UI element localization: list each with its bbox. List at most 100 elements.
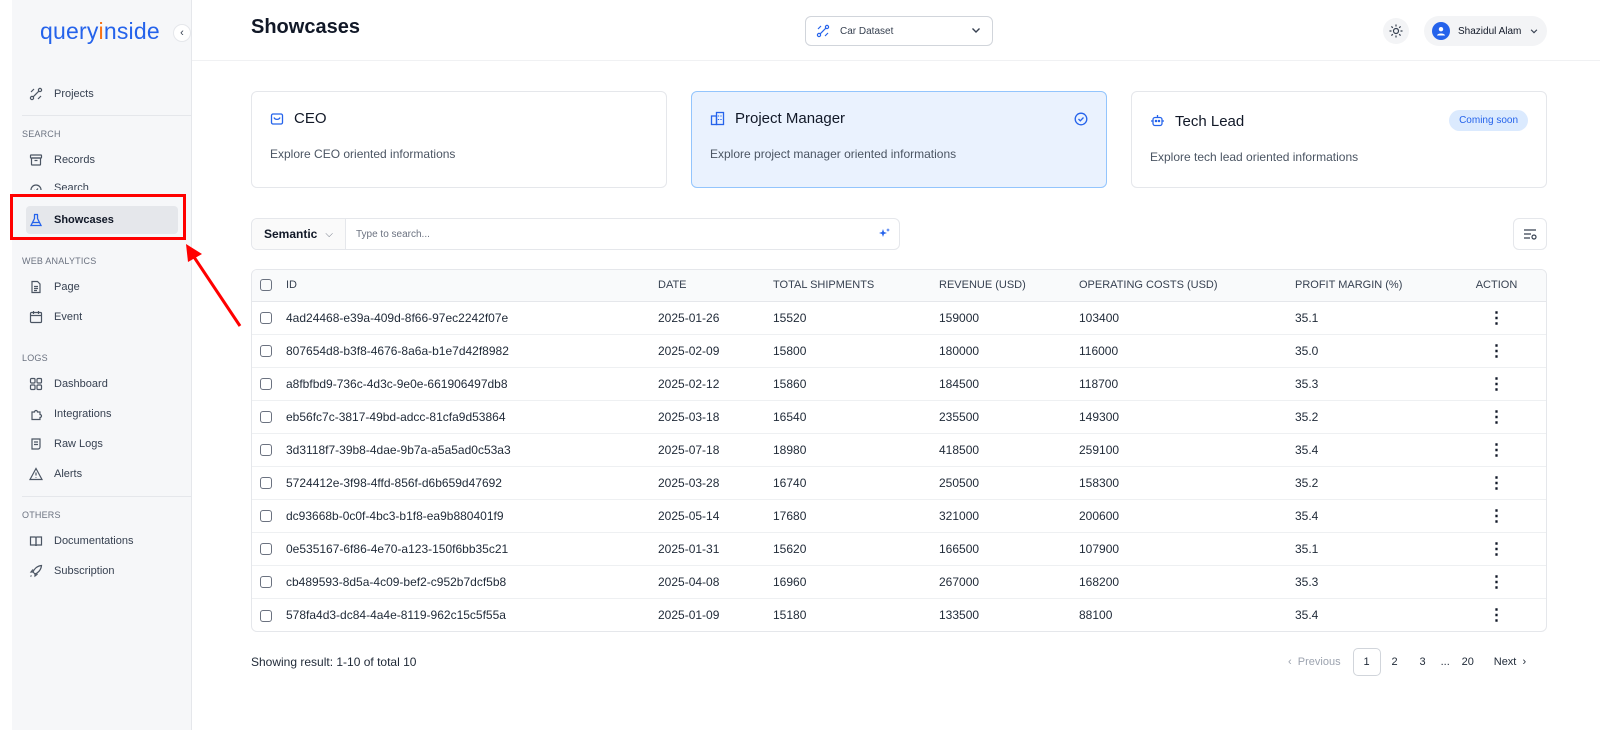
row-action-menu-icon[interactable]: ⋮ <box>1447 466 1546 500</box>
showcase-card-ceo[interactable]: CEO Explore CEO oriented informations <box>251 91 667 188</box>
sidebar-item-label: Documentations <box>54 535 134 547</box>
sidebar-item-dashboard[interactable]: Dashboard <box>26 370 178 398</box>
sidebar-item-search[interactable]: Search <box>26 176 178 190</box>
table-row[interactable]: a8fbfbd9-736c-4d3c-9e0e-661906497db8 2025… <box>252 367 1546 401</box>
sidebar-item-label: Projects <box>54 88 94 100</box>
row-checkbox[interactable] <box>260 576 272 589</box>
pagination-page-1[interactable]: 1 <box>1352 648 1381 676</box>
column-header-total-shipments[interactable]: TOTAL SHIPMENTS <box>773 270 939 302</box>
cell-total-shipments: 16960 <box>773 565 939 599</box>
row-checkbox[interactable] <box>260 345 272 358</box>
cell-date: 2025-01-31 <box>658 532 773 566</box>
avatar <box>1432 22 1450 40</box>
user-menu-button[interactable]: Shazidul Alam <box>1424 16 1547 46</box>
pagination-page-20[interactable]: 20 <box>1454 648 1482 676</box>
row-checkbox[interactable] <box>260 543 272 556</box>
pagination-next[interactable]: Next › <box>1494 656 1526 668</box>
showcase-card-project-manager[interactable]: Project Manager Explore project manager … <box>691 91 1107 188</box>
cell-profit-margin: 35.2 <box>1295 400 1447 434</box>
tech-lead-icon <box>1150 114 1165 129</box>
sidebar-item-alerts[interactable]: Alerts <box>26 460 178 488</box>
card-description: Explore project manager oriented informa… <box>710 147 957 161</box>
sidebar-item-subscription[interactable]: Subscription <box>26 557 178 585</box>
row-action-menu-icon[interactable]: ⋮ <box>1447 565 1546 599</box>
row-checkbox[interactable] <box>260 378 272 391</box>
select-all-checkbox[interactable] <box>260 279 272 292</box>
row-checkbox[interactable] <box>260 444 272 457</box>
sidebar-collapse-button[interactable]: ‹ <box>173 24 191 42</box>
table-row[interactable]: 807654d8-b3f8-4676-8a6a-b1e7d42f8982 2025… <box>252 334 1546 368</box>
table-row[interactable]: 578fa4d3-dc84-4a4e-8119-962c15c5f55a 2025… <box>252 598 1546 631</box>
row-action-menu-icon[interactable]: ⋮ <box>1447 334 1546 368</box>
sidebar-item-documentations[interactable]: Documentations <box>26 527 178 555</box>
column-header-date[interactable]: DATE <box>658 270 773 302</box>
pagination-previous[interactable]: ‹ Previous <box>1288 656 1341 668</box>
column-header-id[interactable]: ID <box>286 270 658 302</box>
column-header-revenue[interactable]: REVENUE (USD) <box>939 270 1079 302</box>
cell-profit-margin: 35.1 <box>1295 532 1447 566</box>
sidebar-item-raw-logs[interactable]: Raw Logs <box>26 430 178 458</box>
pagination-page-3[interactable]: 3 <box>1409 648 1437 676</box>
row-action-menu-icon[interactable]: ⋮ <box>1447 367 1546 401</box>
cell-date: 2025-02-09 <box>658 334 773 368</box>
cell-id: 3d3118f7-39b8-4dae-9b7a-a5a5ad0c53a3 <box>286 433 658 467</box>
ceo-icon <box>270 112 284 126</box>
pagination-page-2[interactable]: 2 <box>1381 648 1409 676</box>
page-title: Showcases <box>251 16 360 38</box>
table-row[interactable]: dc93668b-0c0f-4bc3-b1f8-ea9b880401f9 2025… <box>252 499 1546 533</box>
table-row[interactable]: 3d3118f7-39b8-4dae-9b7a-a5a5ad0c53a3 2025… <box>252 433 1546 467</box>
cell-date: 2025-01-09 <box>658 607 720 622</box>
sidebar-item-integrations[interactable]: Integrations <box>26 400 178 428</box>
row-action-menu-icon[interactable]: ⋮ <box>1447 400 1546 434</box>
sparkle-icon[interactable] <box>877 227 891 244</box>
cell-profit-margin: 35.3 <box>1295 565 1447 599</box>
row-checkbox[interactable] <box>260 609 272 622</box>
showcase-card-tech-lead[interactable]: Tech Lead Explore tech lead oriented inf… <box>1131 91 1547 188</box>
dataset-select[interactable]: Car Dataset <box>805 16 993 46</box>
row-action-menu-icon[interactable]: ⋮ <box>1447 433 1546 467</box>
row-checkbox[interactable] <box>260 312 272 325</box>
cell-total-shipments: 15860 <box>773 367 939 401</box>
row-action-menu-icon[interactable]: ⋮ <box>1447 532 1546 566</box>
cell-date: 2025-03-18 <box>658 400 773 434</box>
table-row[interactable]: 4ad24468-e39a-409d-8f66-97ec2242f07e 2025… <box>252 301 1546 335</box>
table-row[interactable]: 5724412e-3f98-4ffd-856f-d6b659d47692 2025… <box>252 466 1546 500</box>
row-checkbox[interactable] <box>260 510 272 523</box>
cell-revenue: 250500 <box>939 466 1079 500</box>
cell-revenue: 166500 <box>939 532 1079 566</box>
search-mode-select[interactable]: Semantic ⌵ <box>252 219 346 249</box>
card-title: Project Manager <box>735 110 846 127</box>
row-action-menu-icon[interactable]: ⋮ <box>1447 301 1546 335</box>
cell-revenue: 321000 <box>939 499 1079 533</box>
rocket-icon <box>28 563 44 579</box>
theme-toggle-button[interactable] <box>1383 18 1409 44</box>
cell-date: 2025-04-08 <box>658 565 773 599</box>
table-row[interactable]: eb56fc7c-3817-49bd-adcc-81cfa9d53864 2025… <box>252 400 1546 434</box>
row-action-menu-icon[interactable]: ⋮ <box>1447 598 1546 631</box>
sidebar-item-page[interactable]: Page <box>26 273 178 301</box>
row-checkbox[interactable] <box>260 411 272 424</box>
table-row[interactable]: 0e535167-6f86-4e70-a123-150f6bb35c21 2025… <box>252 532 1546 566</box>
sidebar-item-projects[interactable]: Projects <box>26 80 178 108</box>
row-action-menu-icon[interactable]: ⋮ <box>1447 499 1546 533</box>
sidebar-divider <box>22 496 192 497</box>
app-logo[interactable]: queryinside <box>40 18 160 45</box>
column-settings-button[interactable] <box>1513 218 1547 250</box>
column-header-action: ACTION <box>1447 270 1546 302</box>
chevron-down-icon <box>970 24 982 39</box>
sidebar-item-records[interactable]: Records <box>26 146 178 174</box>
pagination: ‹ Previous 1 2 3 ... 20 Next › <box>1288 648 1526 676</box>
search-input[interactable] <box>355 228 856 240</box>
check-circle-icon <box>1074 112 1088 129</box>
cell-date: 2025-01-26 <box>658 301 773 335</box>
chevron-down-icon: ⌵ <box>325 228 333 240</box>
table-row[interactable]: cb489593-8d5a-4c09-bef2-c952b7dcf5b8 2025… <box>252 565 1546 599</box>
pagination-previous-label: Previous <box>1297 656 1341 668</box>
sidebar-item-event[interactable]: Event <box>26 303 178 331</box>
sidebar: queryinside Projects SEARCH Records Sear… <box>12 0 192 730</box>
cell-profit-margin: 35.4 <box>1295 433 1447 467</box>
row-checkbox[interactable] <box>260 477 272 490</box>
column-header-profit-margin[interactable]: PROFIT MARGIN (%) <box>1295 270 1447 302</box>
cell-total-shipments: 16740 <box>773 466 939 500</box>
column-header-operating-costs[interactable]: OPERATING COSTS (USD) <box>1079 270 1295 302</box>
